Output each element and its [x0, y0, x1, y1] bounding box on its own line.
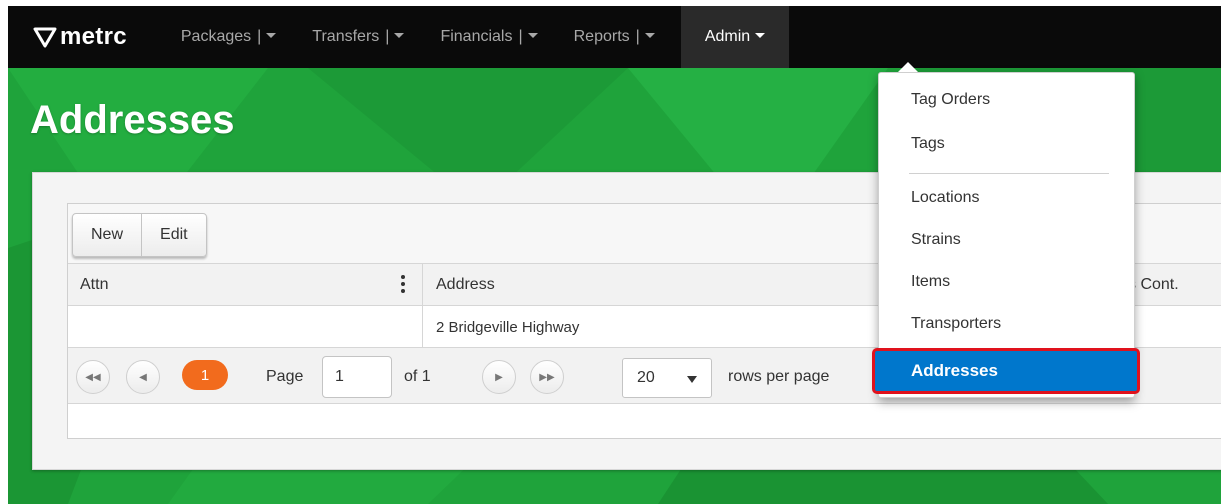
nav-reports[interactable]: Reports | [556, 6, 673, 68]
nav-financials-label: Financials [440, 28, 513, 45]
nav-admin-label: Admin [704, 28, 751, 45]
caret-down-icon[interactable] [266, 32, 277, 38]
menu-item-items[interactable]: Items [879, 265, 1134, 299]
nav-admin[interactable]: Admin [680, 6, 790, 68]
page-label: Page [266, 368, 304, 385]
caret-down-icon[interactable] [755, 32, 766, 38]
nav-separator: | [518, 28, 523, 45]
nav-financials[interactable]: Financials | [422, 6, 555, 68]
menu-divider [909, 173, 1109, 174]
rows-per-page-value: 20 [637, 369, 655, 386]
caret-down-icon[interactable] [527, 32, 538, 38]
top-navbar: metrc Packages | Transfers | Financials … [8, 6, 1221, 68]
admin-dropdown-menu: Tag Orders Tags Locations Strains Items … [872, 72, 1140, 398]
rows-per-page-select[interactable]: 20 [622, 358, 712, 398]
nav-packages-label: Packages [180, 28, 252, 45]
page-title: Addresses [30, 98, 235, 142]
menu-item-locations[interactable]: Locations [879, 181, 1134, 215]
caret-down-icon[interactable] [394, 32, 405, 38]
cell-address: 2 Bridgeville Highway [436, 318, 580, 336]
column-divider [422, 306, 423, 348]
nav-transfers-label: Transfers [312, 28, 380, 45]
nav-transfers[interactable]: Transfers | [294, 6, 422, 68]
menu-item-tags[interactable]: Tags [879, 127, 1134, 161]
column-header-cont[interactable]: s Cont. [1128, 264, 1179, 306]
nav-separator: | [385, 28, 390, 45]
toolbar-button-group: New Edit [72, 213, 207, 257]
current-page-badge[interactable]: 1 [182, 360, 228, 390]
first-page-icon[interactable]: ◀◀ [76, 360, 110, 394]
brand-logo[interactable]: metrc [8, 6, 163, 68]
rows-per-page-label: rows per page [728, 368, 830, 385]
caret-down-icon[interactable] [644, 32, 655, 38]
nav-reports-label: Reports [573, 28, 630, 45]
of-pages-label: of 1 [404, 368, 431, 385]
next-page-icon[interactable]: ▶ [482, 360, 516, 394]
nav-separator: | [257, 28, 262, 45]
prev-page-icon[interactable]: ◀ [126, 360, 160, 394]
menu-pointer [898, 62, 918, 72]
last-page-icon[interactable]: ▶▶ [530, 360, 564, 394]
menu-item-strains[interactable]: Strains [879, 223, 1134, 257]
menu-item-transporters[interactable]: Transporters [879, 307, 1134, 341]
app-window: metrc Packages | Transfers | Financials … [8, 6, 1221, 504]
edit-button[interactable]: Edit [141, 214, 206, 256]
nav-separator: | [635, 28, 640, 45]
column-divider[interactable] [422, 264, 423, 306]
kebab-menu-icon[interactable] [401, 275, 405, 295]
metrc-logo-icon [33, 27, 57, 48]
page-number-input[interactable] [322, 356, 392, 398]
column-header-attn[interactable]: Attn [80, 264, 108, 306]
menu-item-tag-orders[interactable]: Tag Orders [879, 83, 1134, 117]
brand-name: metrc [60, 23, 127, 50]
menu-item-addresses[interactable]: Addresses [872, 348, 1140, 394]
column-header-address[interactable]: Address [436, 264, 495, 306]
select-arrow-icon [687, 376, 697, 383]
new-button[interactable]: New [73, 214, 141, 256]
nav-packages[interactable]: Packages | [163, 6, 294, 68]
